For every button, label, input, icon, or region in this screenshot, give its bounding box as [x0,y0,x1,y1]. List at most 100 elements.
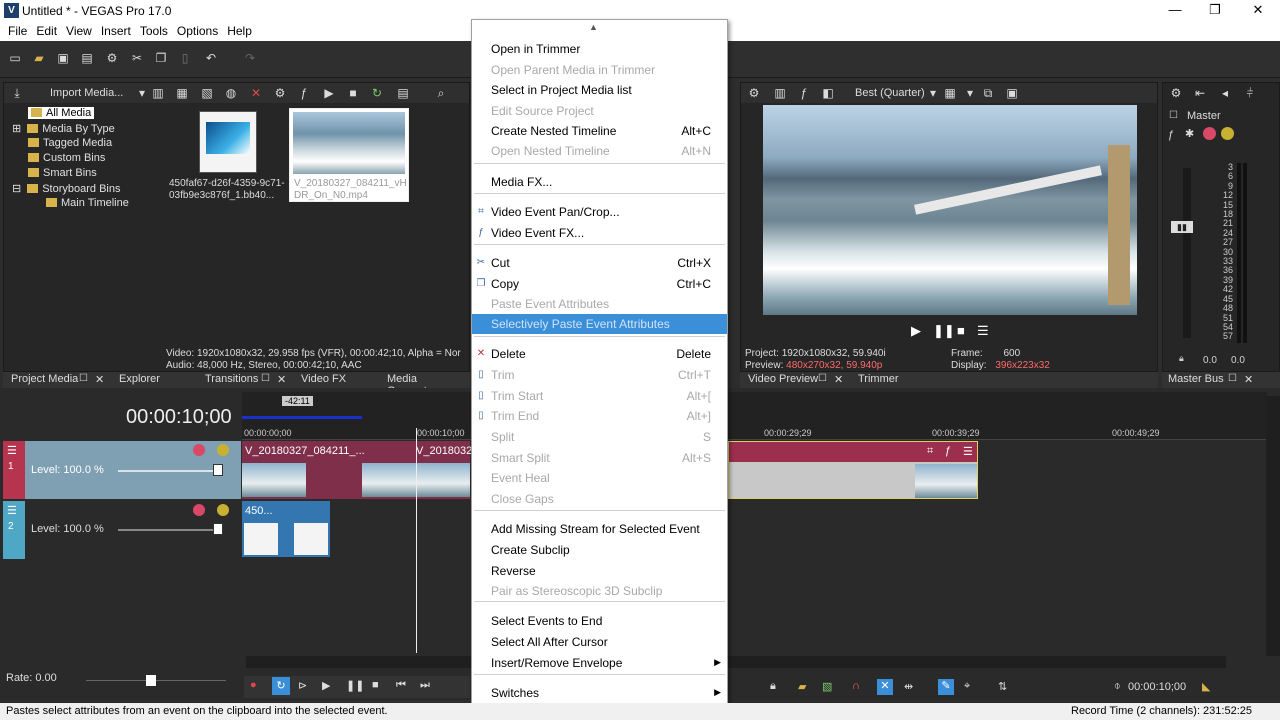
tab-transitions[interactable]: Transitions [205,373,258,385]
menu-item-edit-source-project[interactable]: Edit Source Project [472,101,727,121]
menu-tools[interactable]: Tools [138,22,175,41]
menu-item-selectively-paste-event-attributes[interactable]: Selectively Paste Event Attributes [472,314,727,334]
menu-item-delete[interactable]: ✕ Delete Delete [472,344,727,364]
properties-gear-icon[interactable]: ⚙ [105,51,119,65]
menu-item-create-nested-timeline[interactable]: Create Nested Timeline Alt+C [472,121,727,141]
media-fx-icon[interactable]: ◍ [224,86,238,100]
render-icon[interactable]: ▤ [80,51,94,65]
mixer-icon[interactable]: ⫩ [1243,86,1257,100]
remove-unused-icon[interactable]: ▧ [200,86,214,100]
close-icon[interactable]: ✕ [834,373,843,386]
menu-options[interactable]: Options [175,22,225,41]
dim-output-icon[interactable]: ◂ [1218,86,1232,100]
open-folder-icon[interactable]: ▰ [32,51,46,65]
restore-button[interactable]: ❐ [1200,2,1230,18]
play-from-start-icon[interactable]: ⊳ [298,679,307,692]
import-media-icon[interactable]: ⤓ [10,86,24,100]
vertical-scrollbar[interactable] [1266,396,1280,656]
menu-item-video-event-fx[interactable]: ƒ Video Event FX... [472,223,727,243]
device-icon[interactable]: ▥ [773,86,787,100]
tree-item-media-by-type[interactable]: ⊞ Media By Type [12,122,115,135]
chevron-down-icon[interactable]: ▾ [926,86,940,100]
save-icon[interactable]: ▣ [56,51,70,65]
auto-ripple-icon[interactable]: ✕ [877,679,893,695]
menu-item-open-nested-timeline[interactable]: Open Nested Timeline Alt+N [472,141,727,161]
menu-item-pair-as-stereoscopic-3d-subclip[interactable]: Pair as Stereoscopic 3D Subclip [472,581,727,601]
snapping-icon[interactable]: ∩ [852,680,860,692]
maximize-icon[interactable]: ☐ [818,373,827,384]
tab-master-bus[interactable]: Master Bus [1168,373,1224,385]
copy-icon[interactable]: ❐ [154,51,168,65]
close-icon[interactable]: ✕ [277,373,286,386]
marker-icon[interactable]: ▰ [798,680,806,693]
master-fader-handle[interactable]: ▮▮ [1171,221,1193,233]
maximize-icon[interactable]: ☐ [261,373,270,384]
tab-project-media[interactable]: Project Media [11,373,78,385]
menu-item-trim-end[interactable]: ▯ Trim End Alt+] [472,406,727,426]
properties-gear-icon[interactable]: ⚙ [747,86,761,100]
master-checkbox[interactable]: ☐ [1169,110,1178,121]
menu-icon[interactable]: ☰ [7,444,17,457]
chevron-down-icon[interactable]: ▾ [963,86,977,100]
paste-icon[interactable]: ▯ [178,51,192,65]
menu-item-copy[interactable]: ❐ Copy Ctrl+C [472,274,727,294]
fx-icon[interactable]: ƒ [297,86,311,100]
track-2-level-handle[interactable] [213,523,223,535]
region-icon[interactable]: ▧ [822,680,832,693]
tab-explorer[interactable]: Explorer [119,373,160,385]
overlays-grid-icon[interactable]: ▦ [943,86,957,100]
track-2-header[interactable]: ☰ 2 Level: 100.0 % [3,501,241,559]
solo-icon[interactable] [1221,127,1234,140]
menu-item-close-gaps[interactable]: Close Gaps [472,489,727,509]
track-1-clip-right[interactable]: ⌗ ƒ ☰ [728,441,978,499]
preview-play-icon[interactable]: ▶ [911,323,921,339]
menu-icon[interactable]: ☰ [7,504,17,517]
menu-item-paste-event-attributes[interactable]: Paste Event Attributes [472,294,727,314]
solo-icon[interactable] [217,444,229,456]
menu-item-switches[interactable]: Switches ▶ [472,683,727,703]
new-project-icon[interactable]: ▭ [8,51,22,65]
menu-file[interactable]: File [6,22,34,41]
close-button[interactable]: ✕ [1243,2,1273,18]
tree-item-smart-bins[interactable]: Smart Bins [28,167,97,179]
rate-slider[interactable] [86,680,226,681]
mute-icon[interactable] [193,504,205,516]
tab-video-preview[interactable]: Video Preview [748,373,818,385]
stop-icon[interactable]: ■ [346,86,360,100]
track-1-level-handle[interactable] [213,464,223,476]
menu-item-select-in-project-media-list[interactable]: Select in Project Media list [472,80,727,100]
mute-icon[interactable] [1203,127,1216,140]
menu-help[interactable]: Help [225,22,259,41]
preview-stop-icon[interactable]: ■ [957,323,965,338]
tree-item-tagged-media[interactable]: Tagged Media [28,137,112,149]
chevron-down-icon[interactable]: ▾ [135,86,149,100]
menu-icon[interactable]: ☰ [963,445,973,458]
maximize-icon[interactable]: ☐ [1228,373,1237,384]
fx-icon[interactable]: ƒ [945,445,951,457]
loop-region-bar[interactable] [242,416,362,419]
menu-item-smart-split[interactable]: Smart Split Alt+S [472,448,727,468]
scroll-up-icon[interactable]: ▲ [589,22,598,32]
save-snapshot-icon[interactable]: ▣ [1005,86,1019,100]
playhead-cursor[interactable] [416,428,417,653]
rate-slider-handle[interactable] [146,675,156,686]
delete-icon[interactable]: ✕ [249,86,263,100]
time-ruler[interactable]: -42:11 00:00:00;00 00:00:10;00 00:00:29;… [242,392,1267,440]
auto-preview-icon[interactable]: ↻ [370,86,384,100]
downmix-icon[interactable]: ⇤ [1193,86,1207,100]
menu-view[interactable]: View [64,22,99,41]
search-icon[interactable]: ⌕ [434,86,448,100]
capture-icon[interactable]: ▥ [151,86,165,100]
track-2-level-slider[interactable] [118,529,218,531]
settings-icon[interactable]: ✱ [1185,127,1194,140]
menu-item-select-events-to-end[interactable]: Select Events to End [472,611,727,631]
close-icon[interactable]: ✕ [95,373,104,386]
track-1-header[interactable]: ☰ 1 Level: 100.0 % [3,441,241,499]
minimize-button[interactable]: — [1160,2,1190,17]
tab-trimmer[interactable]: Trimmer [858,373,899,385]
media-thumbnail-image[interactable] [199,111,257,173]
split-screen-icon[interactable]: ◧ [821,86,835,100]
tree-item-all-media[interactable]: All Media [28,107,95,119]
lock-icon[interactable]: 🔒︎ [1179,353,1184,364]
menu-item-insert-remove-envelope[interactable]: Insert/Remove Envelope ▶ [472,653,727,673]
